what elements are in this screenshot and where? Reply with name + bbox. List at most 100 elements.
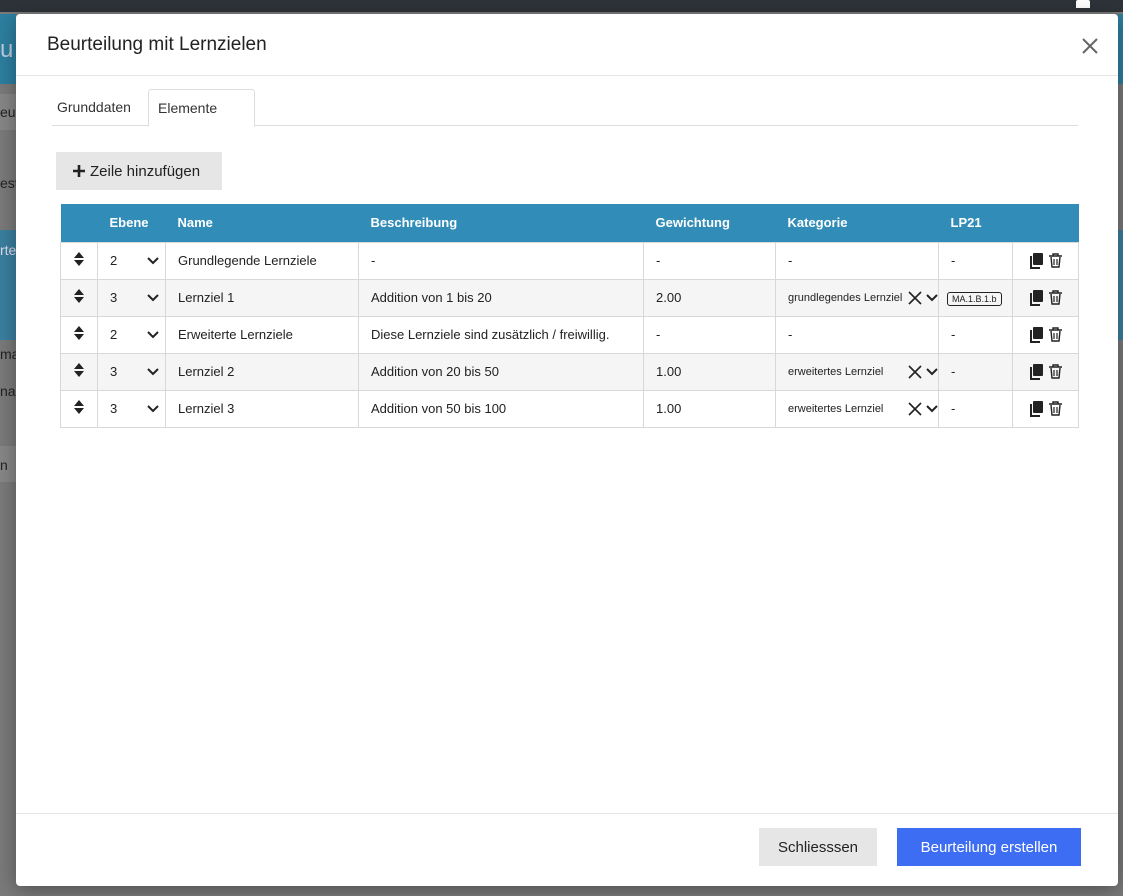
gewichtung-cell[interactable]: 1.00 — [643, 352, 776, 391]
gewichtung-value: - — [656, 253, 661, 268]
name-value: Lernziel 1 — [178, 290, 235, 305]
clear-icon[interactable] — [908, 401, 922, 416]
gewichtung-value: 1.00 — [656, 364, 682, 379]
beschreibung-cell[interactable]: Addition von 20 bis 50 — [358, 352, 644, 391]
ebene-select[interactable]: 2 — [97, 241, 166, 280]
col-header-actions — [1012, 204, 1079, 242]
col-header-gewichtung: Gewichtung — [643, 204, 776, 242]
sort-handle-icon[interactable] — [74, 363, 84, 377]
table-row: 2 Grundlegende Lernziele - - - - — [60, 241, 1079, 280]
copy-icon[interactable] — [1029, 363, 1043, 380]
drag-handle[interactable] — [60, 241, 98, 280]
bg-fragment: rte — [0, 242, 16, 258]
table-row: 3 Lernziel 2 Addition von 20 bis 50 1.00 erw… — [60, 352, 1079, 391]
name-cell[interactable]: Lernziel 1 — [165, 278, 359, 317]
sort-handle-icon[interactable] — [74, 326, 84, 340]
kategorie-cell[interactable]: - — [775, 315, 939, 354]
trash-icon[interactable] — [1049, 364, 1062, 379]
gewichtung-cell[interactable]: - — [643, 241, 776, 280]
app-topbar — [0, 0, 1123, 12]
name-cell[interactable]: Grundlegende Lernziele — [165, 241, 359, 280]
plus-icon — [73, 165, 85, 177]
bg-fragment: n — [0, 457, 8, 473]
lp21-cell[interactable]: MA.1.B.1.b — [938, 278, 1013, 317]
copy-icon[interactable] — [1029, 326, 1043, 343]
table-header-row: Ebene Name Beschreibung Gewichtung Kateg… — [60, 204, 1079, 242]
kategorie-value: - — [788, 327, 793, 342]
drag-handle[interactable] — [60, 389, 98, 428]
app-header-strip-right — [1118, 14, 1123, 84]
bg-fragment: est — [0, 175, 16, 191]
gewichtung-value: 1.00 — [656, 401, 682, 416]
drag-handle[interactable] — [60, 278, 98, 317]
create-assessment-button[interactable]: Beurteilung erstellen — [897, 828, 1081, 866]
chevron-down-icon — [926, 404, 938, 412]
kategorie-value: erweitertes Lernziel — [788, 402, 884, 415]
lp21-cell[interactable]: - — [938, 352, 1013, 391]
gewichtung-cell[interactable]: 2.00 — [643, 278, 776, 317]
beschreibung-cell[interactable]: Addition von 50 bis 100 — [358, 389, 644, 428]
lp21-value: - — [951, 327, 956, 342]
gewichtung-cell[interactable]: - — [643, 315, 776, 354]
lp21-value: - — [951, 253, 956, 268]
close-icon[interactable] — [1080, 36, 1100, 56]
tab-grunddaten[interactable]: Grunddaten — [52, 89, 146, 126]
lp21-badge[interactable]: MA.1.B.1.b — [947, 291, 1002, 306]
kategorie-select[interactable]: grundlegendes Lernziel — [775, 278, 939, 317]
kategorie-select[interactable]: erweitertes Lernziel — [775, 352, 939, 391]
ebene-value: 3 — [110, 401, 118, 416]
name-value: Lernziel 2 — [178, 364, 235, 379]
bg-fragment: u — [0, 36, 14, 63]
lp21-cell[interactable]: - — [938, 389, 1013, 428]
chevron-down-icon — [147, 367, 159, 375]
copy-icon[interactable] — [1029, 289, 1043, 306]
trash-icon[interactable] — [1049, 327, 1062, 342]
home-icon[interactable] — [1075, 0, 1091, 8]
name-cell[interactable]: Lernziel 2 — [165, 352, 359, 391]
beschreibung-cell[interactable]: - — [358, 241, 644, 280]
chevron-down-icon — [147, 404, 159, 412]
gewichtung-value: - — [656, 327, 661, 342]
close-button[interactable]: Schliesssen — [759, 828, 877, 866]
copy-icon[interactable] — [1029, 400, 1043, 417]
drag-handle[interactable] — [60, 352, 98, 391]
trash-icon[interactable] — [1049, 253, 1062, 268]
trash-icon[interactable] — [1049, 401, 1062, 416]
chevron-down-icon — [147, 330, 159, 338]
copy-icon[interactable] — [1029, 252, 1043, 269]
ebene-select[interactable]: 2 — [97, 315, 166, 354]
lp21-cell[interactable]: - — [938, 315, 1013, 354]
beschreibung-cell[interactable]: Addition von 1 bis 20 — [358, 278, 644, 317]
sort-handle-icon[interactable] — [74, 400, 84, 414]
gewichtung-cell[interactable]: 1.00 — [643, 389, 776, 428]
trash-icon[interactable] — [1049, 290, 1062, 305]
ebene-select[interactable]: 3 — [97, 352, 166, 391]
lp21-cell[interactable]: - — [938, 241, 1013, 280]
sort-handle-icon[interactable] — [74, 289, 84, 303]
chevron-down-icon — [926, 367, 938, 375]
bg-fragment: ma — [0, 346, 16, 362]
ebene-select[interactable]: 3 — [97, 389, 166, 428]
name-cell[interactable]: Erweiterte Lernziele — [165, 315, 359, 354]
sort-handle-icon[interactable] — [74, 252, 84, 266]
beschreibung-cell[interactable]: Diese Lernziele sind zusätzlich / freiwi… — [358, 315, 644, 354]
tab-bar: Grunddaten Elemente — [52, 89, 1078, 127]
clear-icon[interactable] — [908, 290, 922, 305]
row-actions — [1012, 389, 1079, 428]
clear-icon[interactable] — [908, 364, 922, 379]
kategorie-cell[interactable]: - — [775, 241, 939, 280]
tab-elemente[interactable]: Elemente — [148, 89, 255, 127]
ebene-select[interactable]: 3 — [97, 278, 166, 317]
ebene-value: 3 — [110, 290, 118, 305]
kategorie-select[interactable]: erweitertes Lernziel — [775, 389, 939, 428]
name-cell[interactable]: Lernziel 3 — [165, 389, 359, 428]
drag-handle[interactable] — [60, 315, 98, 354]
name-value: Lernziel 3 — [178, 401, 235, 416]
modal-title: Beurteilung mit Lernzielen — [47, 34, 267, 55]
elements-table: Ebene Name Beschreibung Gewichtung Kateg… — [60, 204, 1079, 428]
beschreibung-value: Addition von 50 bis 100 — [371, 401, 507, 416]
add-row-button[interactable]: Zeile hinzufügen — [56, 152, 222, 190]
col-header-ebene: Ebene — [97, 204, 166, 242]
table-row: 2 Erweiterte Lernziele Diese Lernziele sin… — [60, 315, 1079, 354]
chevron-down-icon — [147, 293, 159, 301]
